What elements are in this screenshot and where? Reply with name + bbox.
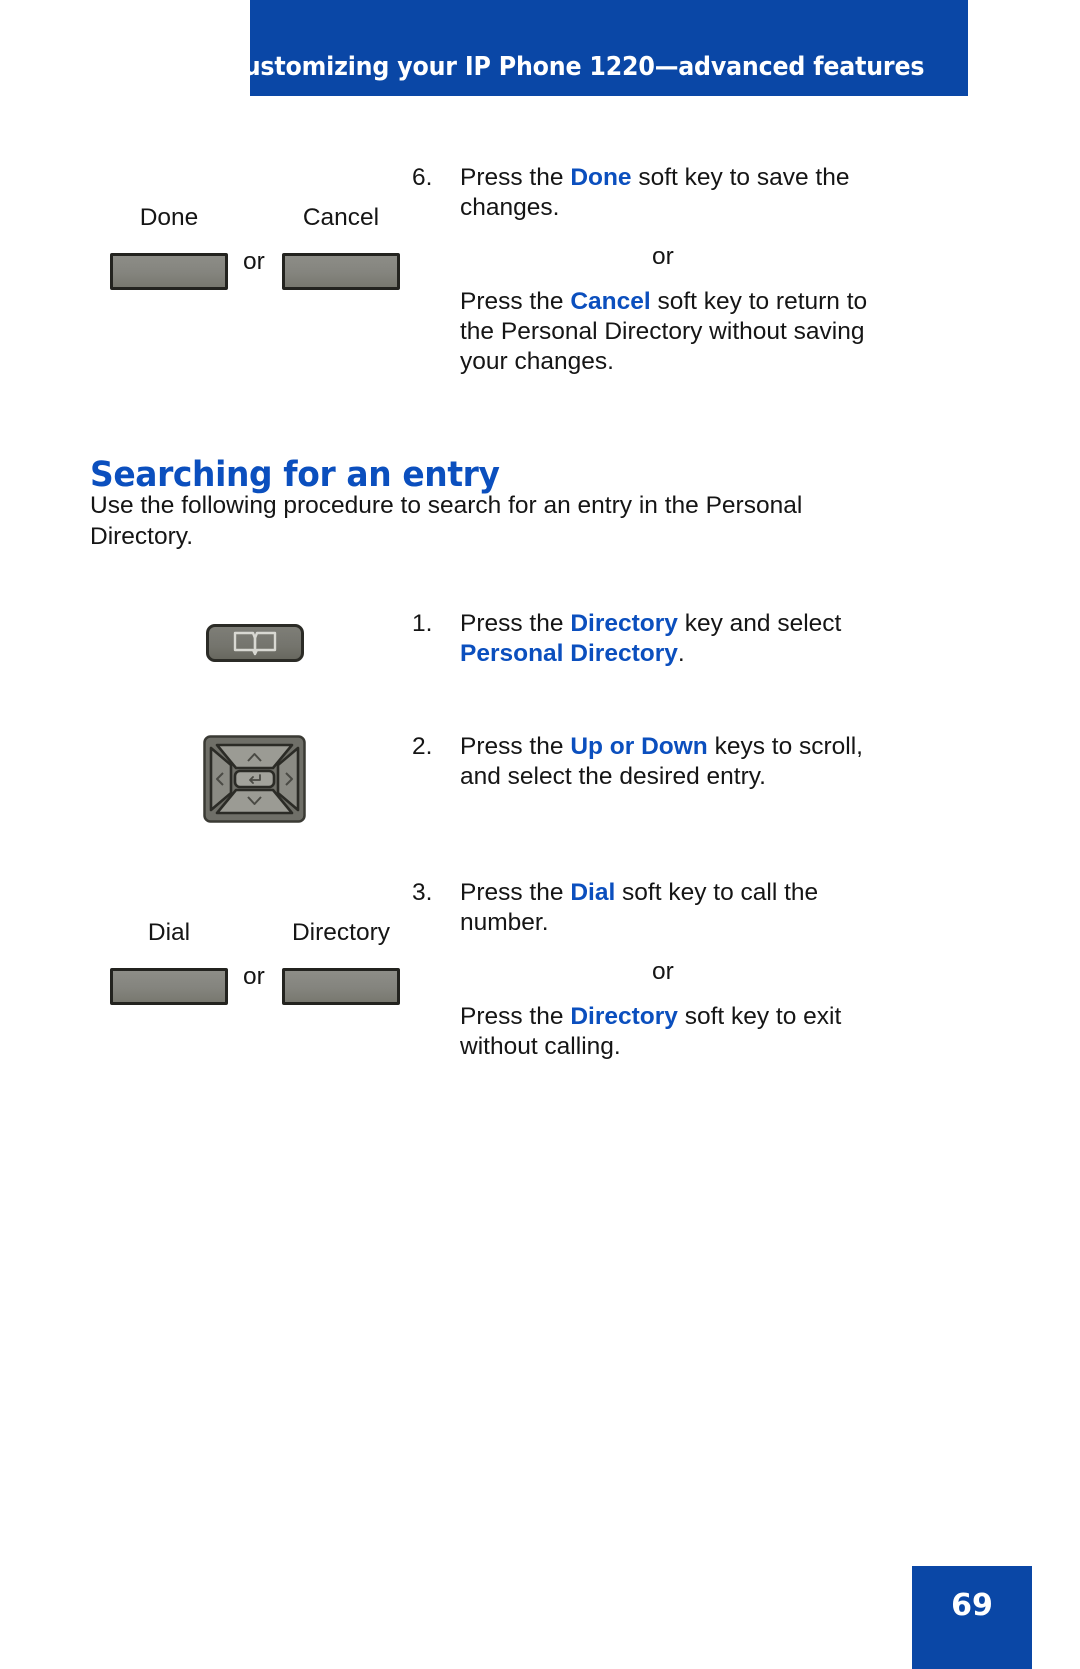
step-1-prefix: Press the — [460, 610, 571, 637]
section-intro-paragraph: Use the following procedure to search fo… — [90, 490, 860, 552]
step-3-suffix: soft key to call the — [615, 879, 819, 906]
step-6-number: 6. — [412, 164, 433, 191]
step-3-or-separator: or — [652, 958, 674, 985]
step-2-suffix: keys to scroll, — [707, 733, 863, 760]
intro-line-1: Use the following procedure to search fo… — [90, 492, 803, 519]
step-1-text: Press the Directory key and select Perso… — [460, 609, 900, 669]
step-6-prefix: Press the — [460, 164, 571, 191]
step-6-alt-line2: the Personal Directory without saving — [460, 318, 865, 345]
page-number-footer: 69 — [912, 1566, 1032, 1669]
navigation-cluster-key[interactable] — [203, 735, 306, 823]
step-1-number: 1. — [412, 610, 433, 637]
step-2-number: 2. — [412, 733, 433, 760]
step-3-alt-prefix: Press the — [460, 1003, 571, 1030]
step-2-text: Press the Up or Down keys to scroll, and… — [460, 732, 910, 792]
step-3-alternate-text: Press the Directory soft key to exit wit… — [460, 1002, 900, 1062]
step-3-text: Press the Dial soft key to call the numb… — [460, 878, 880, 938]
step-3-bold-dial: Dial — [570, 879, 616, 906]
step-6-alt-line3: your changes. — [460, 348, 614, 375]
softkey-button-directory[interactable] — [282, 968, 400, 1005]
step-1-line2-suffix: . — [677, 640, 685, 667]
page-number: 69 — [951, 1588, 993, 1623]
header-banner: Customizing your IP Phone 1220—advanced … — [226, 0, 968, 96]
step-6-alternate-text: Press the Cancel soft key to return to t… — [460, 287, 900, 377]
softkey-label-directory: Directory — [291, 919, 390, 946]
softkey-or-separator-top: or — [243, 248, 265, 275]
directory-key-button[interactable] — [206, 624, 304, 662]
navigation-cluster-icon — [203, 735, 306, 823]
step-6-or-separator: or — [652, 243, 674, 270]
softkey-label-dial: Dial — [147, 919, 191, 946]
step-2-bold-up-or-down: Up or Down — [570, 733, 708, 760]
step-3-prefix: Press the — [460, 879, 571, 906]
step-2-prefix: Press the — [460, 733, 571, 760]
step-6-bold-cancel: Cancel — [570, 288, 651, 315]
step-3-line2: number. — [460, 909, 549, 936]
step-1-bold-directory: Directory — [570, 610, 678, 637]
softkey-label-cancel: Cancel — [302, 204, 380, 231]
softkey-button-done[interactable] — [110, 253, 228, 290]
softkey-button-cancel[interactable] — [282, 253, 400, 290]
step-6-suffix: soft key to save the — [631, 164, 850, 191]
step-3-number: 3. — [412, 879, 433, 906]
step-6-line2: changes. — [460, 194, 560, 221]
step-3-bold-directory: Directory — [570, 1003, 678, 1030]
softkey-label-done: Done — [139, 204, 199, 231]
page-header-title: Customizing your IP Phone 1220—advanced … — [226, 52, 924, 82]
step-1-suffix: key and select — [677, 610, 842, 637]
step-2-line2: and select the desired entry. — [460, 763, 766, 790]
step-6-alt-suffix: soft key to return to — [650, 288, 868, 315]
step-3-alt-line2: without calling. — [460, 1033, 621, 1060]
step-6-alt-prefix: Press the — [460, 288, 571, 315]
step-6-bold-done: Done — [570, 164, 632, 191]
step-6-text: Press the Done soft key to save the chan… — [460, 163, 890, 223]
softkey-or-separator-bottom: or — [243, 963, 265, 990]
step-1-bold-personal-directory: Personal Directory — [460, 640, 678, 667]
softkey-button-dial[interactable] — [110, 968, 228, 1005]
intro-line-2: Directory. — [90, 523, 194, 550]
step-3-alt-suffix: soft key to exit — [677, 1003, 842, 1030]
